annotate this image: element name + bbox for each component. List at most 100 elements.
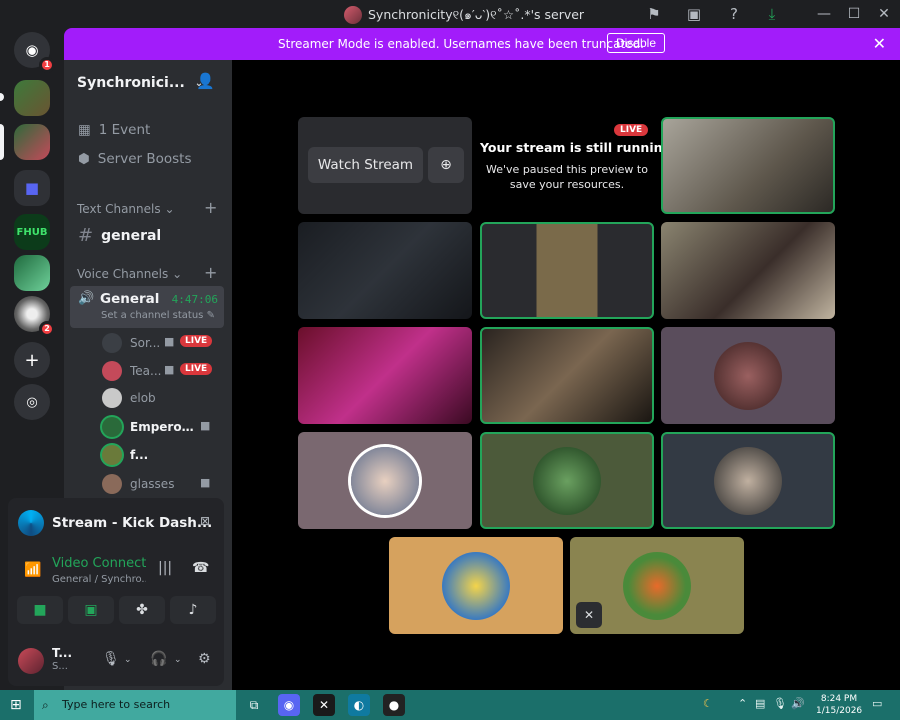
activities-button[interactable]: ✤ bbox=[119, 596, 165, 624]
invite-icon[interactable]: 👤 bbox=[196, 72, 215, 90]
add-voice-channel-icon[interactable]: + bbox=[204, 263, 217, 282]
add-channel-icon[interactable]: + bbox=[204, 198, 217, 217]
boosts-link[interactable]: ⬢ Server Boosts bbox=[78, 151, 192, 167]
network-icon[interactable]: ▤ bbox=[755, 697, 765, 710]
microphone-icon[interactable]: 🎙 bbox=[102, 651, 120, 667]
home-button[interactable]: ◉ 1 bbox=[14, 32, 55, 73]
voice-member[interactable]: elob bbox=[102, 387, 222, 409]
mic-muted-icon: ✕ bbox=[576, 602, 602, 628]
gear-icon[interactable]: ⚙ bbox=[198, 651, 211, 667]
vc-subtitle[interactable]: General / Synchro... bbox=[52, 574, 146, 585]
camera-button[interactable]: ■ bbox=[17, 596, 63, 624]
close-banner-icon[interactable]: ✕ bbox=[873, 34, 886, 53]
minimize-icon[interactable]: — bbox=[814, 3, 834, 25]
voice-member[interactable]: f... bbox=[102, 444, 222, 466]
server-badge: 2 bbox=[39, 321, 55, 337]
video-tile[interactable] bbox=[480, 432, 654, 529]
server-circle[interactable]: 2 bbox=[14, 296, 55, 337]
task-view-icon[interactable]: ⧉ bbox=[243, 694, 265, 716]
taskbar-search[interactable]: ⌕ Type here to search bbox=[34, 690, 236, 720]
maximize-icon[interactable]: ☐ bbox=[844, 3, 864, 25]
live-badge: LIVE bbox=[180, 335, 213, 347]
voice-member[interactable]: Sor... ■ LIVE bbox=[102, 332, 222, 354]
voice-timer: 4:47:06 bbox=[171, 293, 218, 306]
avatar bbox=[533, 446, 601, 515]
discord-taskbar-icon[interactable]: ◉ bbox=[278, 694, 300, 716]
server-synchronicity[interactable] bbox=[14, 124, 50, 160]
chevron-down-icon[interactable]: ⌄ bbox=[174, 655, 182, 665]
help-icon[interactable]: ? bbox=[724, 4, 744, 24]
voice-member[interactable]: Tea... ■ LIVE bbox=[102, 360, 222, 382]
windows-start-icon[interactable]: ⊞ bbox=[10, 697, 22, 713]
pencil-icon: ✎ bbox=[206, 310, 215, 321]
video-tile[interactable]: ✕ bbox=[570, 537, 744, 634]
category-label: Voice Channels bbox=[77, 267, 169, 281]
watch-stream-button[interactable]: Watch Stream bbox=[308, 147, 423, 183]
discover-button[interactable]: ◎ bbox=[14, 384, 50, 420]
video-tile[interactable] bbox=[480, 222, 654, 319]
soundboard-button[interactable]: ♪ bbox=[170, 596, 216, 624]
volume-icon[interactable]: 🔊 bbox=[791, 697, 805, 710]
voice-channel-general[interactable]: 🔊 General 4:47:06 Set a channel status ✎ bbox=[70, 286, 224, 328]
video-tile[interactable] bbox=[389, 537, 563, 634]
mic-icon[interactable]: 🎙 bbox=[773, 697, 787, 710]
screen-share-icon[interactable]: ▣ bbox=[684, 4, 704, 24]
video-tile[interactable] bbox=[480, 327, 654, 424]
channel-general[interactable]: # general bbox=[78, 225, 161, 246]
video-tile[interactable] bbox=[298, 222, 472, 319]
headphones-icon[interactable]: 🎧 bbox=[150, 651, 167, 667]
app-x-icon[interactable]: ✕ bbox=[313, 694, 335, 716]
download-icon[interactable]: ⤓ bbox=[762, 4, 782, 24]
folder-button[interactable]: ■ bbox=[14, 170, 50, 206]
fhub-logo: FHUB bbox=[14, 214, 50, 250]
avatar bbox=[102, 417, 122, 437]
disconnect-icon[interactable]: ☎ bbox=[192, 560, 209, 576]
member-name: Sor... bbox=[130, 336, 161, 350]
windows-taskbar: ⊞ ⌕ Type here to search ⧉ ◉ ✕ ◐ ● ☾ ⌃ ▤ … bbox=[0, 690, 900, 720]
events-link[interactable]: ▦ 1 Event bbox=[78, 122, 150, 138]
video-tile[interactable] bbox=[661, 117, 835, 214]
chevron-down-icon[interactable]: ⌄ bbox=[124, 655, 132, 665]
server-icon bbox=[14, 80, 50, 116]
member-name: f... bbox=[130, 448, 149, 462]
notifications-icon[interactable]: ▭ bbox=[872, 697, 882, 710]
live-badge: LIVE bbox=[614, 124, 649, 136]
voice-channels-category[interactable]: Voice Channels ⌄ bbox=[77, 267, 182, 281]
vc-title[interactable]: Video Connected bbox=[52, 556, 146, 571]
chevron-up-icon[interactable]: ⌃ bbox=[738, 697, 747, 710]
own-stream-paused: LIVE Your stream is still running! We've… bbox=[480, 118, 677, 214]
camera-icon: ■ bbox=[200, 419, 211, 432]
app-edge-icon[interactable]: ◐ bbox=[348, 694, 370, 716]
screen-share-button[interactable]: ▣ bbox=[68, 596, 114, 624]
obs-icon[interactable]: ● bbox=[383, 694, 405, 716]
video-tile[interactable] bbox=[661, 327, 835, 424]
discord-window: Synchronicity୧(๑′ᴗ‵)୧˚☆˚.*'s server ⚑ ▣ … bbox=[0, 0, 900, 720]
avatar[interactable] bbox=[18, 648, 44, 674]
stop-stream-icon[interactable]: ⊠ bbox=[200, 514, 210, 528]
close-icon[interactable]: ✕ bbox=[874, 3, 894, 25]
voice-member[interactable]: glasses ■ bbox=[102, 473, 222, 495]
video-tile[interactable] bbox=[298, 327, 472, 424]
video-tile[interactable] bbox=[661, 222, 835, 319]
server-wolf[interactable] bbox=[14, 255, 50, 291]
member-name: EmperorF... bbox=[130, 420, 196, 434]
voice-member[interactable]: EmperorF... ■ bbox=[102, 416, 222, 438]
add-server-button[interactable]: + bbox=[14, 342, 50, 378]
stream-tile[interactable]: Watch Stream ⊕ bbox=[298, 117, 472, 214]
disable-button[interactable]: Disable bbox=[607, 33, 666, 53]
set-status-link[interactable]: Set a channel status ✎ bbox=[101, 310, 215, 321]
chevron-down-icon: ⌄ bbox=[172, 267, 183, 281]
video-tile[interactable] bbox=[661, 432, 835, 529]
flag-icon[interactable]: ⚑ bbox=[644, 4, 664, 24]
noise-suppression-icon[interactable]: ||| bbox=[158, 560, 172, 576]
server-fhub[interactable]: FHUB bbox=[14, 214, 50, 250]
video-tile[interactable] bbox=[298, 432, 472, 529]
taskbar-clock[interactable]: 8:24 PM 1/15/2026 bbox=[816, 693, 862, 717]
stream-info[interactable]: Stream - Kick Dash... bbox=[18, 510, 212, 536]
paused-message: We've paused this preview to save your r… bbox=[486, 163, 648, 191]
text-channels-category[interactable]: Text Channels ⌄ bbox=[77, 202, 175, 216]
server-minecraft[interactable] bbox=[14, 80, 50, 116]
moon-icon[interactable]: ☾ bbox=[703, 697, 713, 710]
avatar bbox=[102, 361, 122, 381]
pop-out-icon[interactable]: ⊕ bbox=[428, 147, 464, 183]
